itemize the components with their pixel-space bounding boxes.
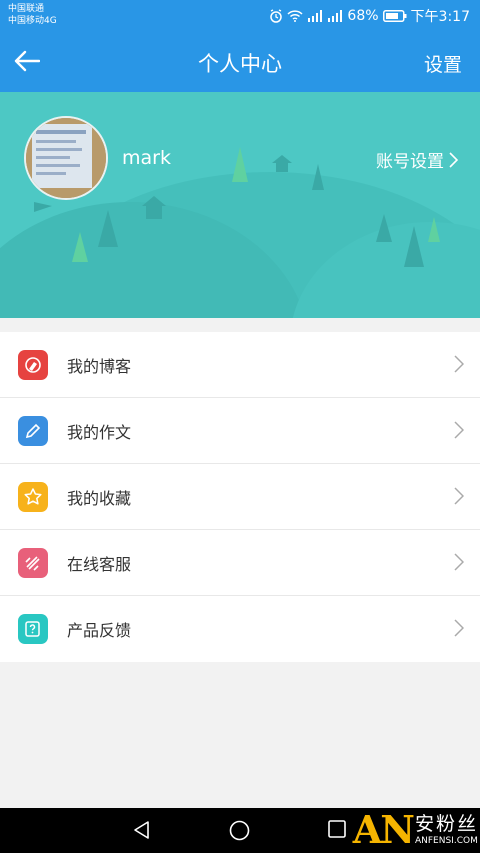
- avatar-image: [26, 118, 106, 198]
- customer-service-icon: [18, 547, 48, 578]
- battery-icon: [382, 10, 407, 22]
- menu-label-essay: 我的作文: [67, 422, 132, 442]
- chevron-right-icon: [454, 421, 464, 439]
- nav-recents-icon[interactable]: [328, 820, 346, 838]
- status-bar: 中国联通 中国移动4G 68% 下午3:17: [0, 0, 480, 30]
- chevron-right-icon: [449, 151, 458, 168]
- wifi-icon: [287, 10, 303, 22]
- signal-icon-2: [327, 10, 343, 22]
- watermark-en: ANFENSI.COM: [414, 836, 478, 846]
- account-settings-link[interactable]: 账号设置: [376, 147, 458, 172]
- pencil-icon: [18, 415, 48, 446]
- battery-percent: 68%: [347, 8, 379, 24]
- watermark: AN 安粉丝 ANFENSI.COM: [353, 810, 478, 850]
- alarm-icon: [269, 9, 283, 23]
- signal-icon-1: [307, 10, 323, 22]
- menu-item-essay[interactable]: 我的作文: [0, 398, 480, 464]
- blog-icon: [18, 349, 48, 380]
- page-title: 个人中心: [198, 52, 282, 76]
- watermark-logo: AN: [352, 807, 415, 852]
- menu-label-feedback: 产品反馈: [67, 621, 132, 640]
- chevron-right-icon: [454, 619, 464, 637]
- chevron-right-icon: [454, 355, 464, 373]
- status-indicators: 68% 下午3:17: [269, 6, 470, 26]
- menu-label-customer-service: 在线客服: [67, 554, 132, 574]
- feedback-icon: [18, 614, 48, 644]
- nav-home-icon[interactable]: [229, 820, 250, 841]
- watermark-text: 安粉丝 ANFENSI.COM: [415, 813, 478, 847]
- username: mark: [122, 147, 171, 169]
- account-settings-label: 账号设置: [376, 152, 444, 172]
- menu-label-blog: 我的博客: [67, 356, 132, 376]
- menu-item-customer-service[interactable]: 在线客服: [0, 530, 480, 596]
- nav-back-icon[interactable]: [132, 820, 152, 840]
- menu-list: 我的博客 我的作文 我的收藏 在线客服 产品反馈: [0, 332, 480, 662]
- chevron-right-icon: [454, 487, 464, 505]
- carrier-1: 中国联通: [8, 4, 45, 14]
- menu-item-favorites[interactable]: 我的收藏: [0, 464, 480, 530]
- app-header: 个人中心 设置: [0, 30, 480, 92]
- menu-item-blog[interactable]: 我的博客: [0, 332, 480, 398]
- profile-banner: mark 账号设置: [0, 92, 480, 318]
- settings-button[interactable]: 设置: [424, 50, 462, 77]
- watermark-cn: 安粉丝: [414, 813, 478, 835]
- chevron-right-icon: [454, 553, 464, 571]
- star-icon: [18, 481, 48, 512]
- system-nav-bar: AN 安粉丝 ANFENSI.COM: [0, 808, 480, 853]
- status-time: 下午3:17: [410, 9, 470, 25]
- carrier-2: 中国移动4G: [8, 16, 57, 26]
- menu-item-feedback[interactable]: 产品反馈: [0, 596, 480, 662]
- avatar[interactable]: [24, 116, 108, 200]
- carrier-info: 中国联通 中国移动4G: [8, 3, 57, 27]
- menu-label-favorites: 我的收藏: [67, 488, 132, 508]
